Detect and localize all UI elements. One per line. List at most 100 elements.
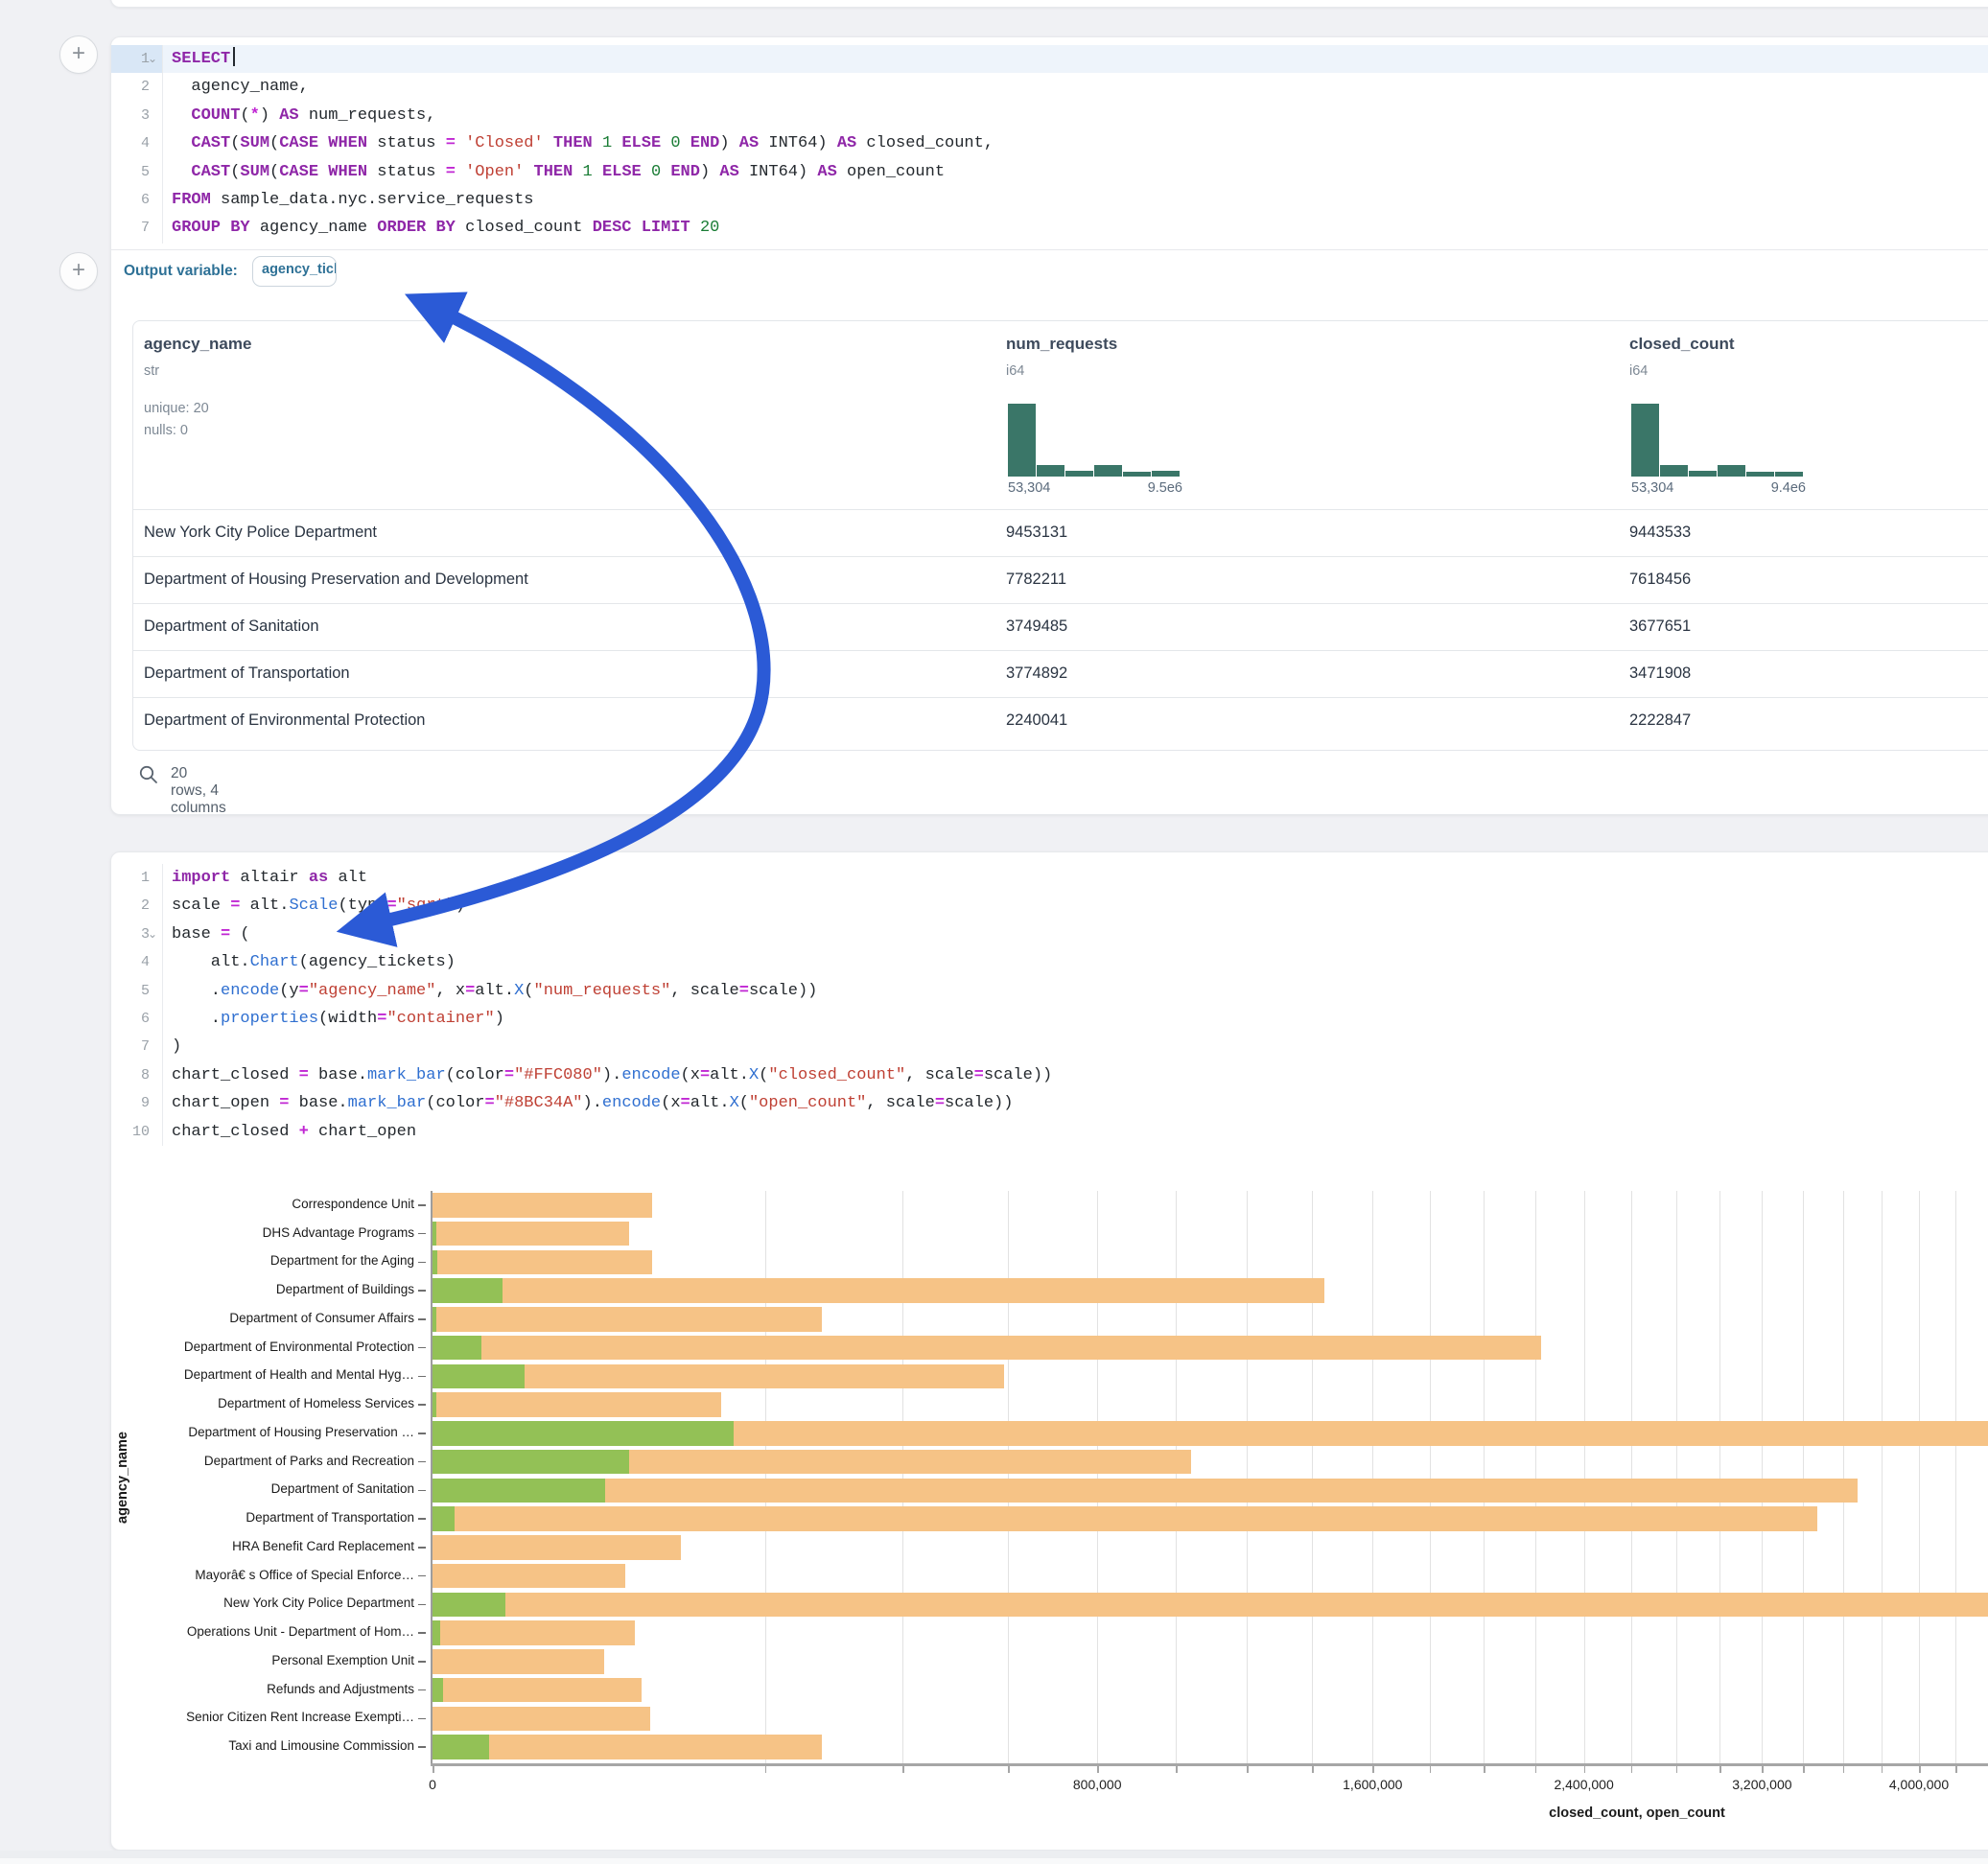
x-axis-tick — [1008, 1765, 1010, 1773]
agency-name-cell: Department of Housing Preservation and D… — [144, 556, 528, 603]
bar-closed-count — [433, 1278, 1324, 1303]
x-tick-label: 2,400,000 — [1554, 1777, 1613, 1792]
y-axis-tick — [418, 1604, 426, 1606]
x-axis-tick — [1372, 1765, 1374, 1773]
code-text: COUNT(*) AS num_requests, — [172, 102, 435, 129]
line-number: 7 — [111, 214, 162, 242]
search-icon[interactable] — [138, 764, 159, 785]
x-axis-tick — [433, 1765, 434, 1773]
histogram-range: 53,3049.5e6 — [1008, 480, 1182, 496]
result-table-card: agency_namestrunique: 20nulls: 0num_requ… — [132, 320, 1988, 751]
line-number: 5 — [111, 158, 162, 186]
y-axis-tick — [418, 1347, 426, 1349]
page-bottom-band — [0, 1851, 1988, 1858]
x-axis-tick — [1631, 1765, 1633, 1773]
row-count-text: 20 rows, 4 columns — [171, 765, 226, 817]
y-axis-label: Correspondence Unit — [111, 1197, 414, 1211]
y-axis-tick — [418, 1233, 426, 1235]
output-variable-pill[interactable]: agency_tickets — [252, 256, 337, 287]
bar-closed-count — [433, 1620, 635, 1645]
bar-open-count — [433, 1506, 455, 1531]
x-axis-tick — [1312, 1765, 1314, 1773]
agency-name-cell: Department of Sanitation — [144, 603, 319, 650]
bar-closed-count — [433, 1735, 822, 1759]
bar-open-count — [433, 1593, 505, 1618]
y-axis-tick — [418, 1632, 426, 1634]
x-tick-label: 3,200,000 — [1732, 1777, 1791, 1792]
y-axis-tick — [418, 1575, 426, 1577]
bar-open-count — [433, 1678, 443, 1703]
column-header[interactable]: closed_count — [1629, 335, 1735, 354]
x-axis-tick — [1882, 1765, 1883, 1773]
bar-open-count — [433, 1250, 437, 1275]
bar-closed-count — [433, 1250, 652, 1275]
code-line[interactable]: 7GROUP BY agency_name ORDER BY closed_co… — [111, 214, 1988, 242]
column-type: str — [144, 363, 159, 379]
histogram-bar — [1746, 472, 1774, 477]
x-tick-label: 4,000,000 — [1889, 1777, 1949, 1792]
bar-closed-count — [433, 1222, 629, 1247]
add-cell-button-top[interactable]: + — [59, 35, 98, 74]
previous-cell-bottom — [110, 0, 1988, 8]
agency-name-cell: New York City Police Department — [144, 509, 377, 556]
bar-open-count — [433, 1479, 605, 1503]
python-cell-card: 1import altair as alt2scale = alt.Scale(… — [110, 851, 1988, 1851]
gridline — [1484, 1191, 1485, 1763]
y-axis-label: Department of Homeless Services — [111, 1396, 414, 1410]
y-axis-tick — [418, 1262, 426, 1264]
bar-open-count — [433, 1278, 503, 1303]
code-line[interactable]: 2 agency_name, — [111, 73, 1988, 101]
gridline — [1535, 1191, 1536, 1763]
code-line[interactable]: 1⌄SELECT — [111, 45, 1988, 73]
value-cell: 7782211 — [1006, 556, 1066, 603]
gridline — [1882, 1191, 1883, 1763]
line-number: 3 — [111, 102, 162, 129]
x-axis-tick — [1919, 1765, 1921, 1773]
bar-closed-count — [433, 1707, 650, 1732]
x-axis-tick — [1430, 1765, 1432, 1773]
y-axis-tick — [418, 1718, 426, 1720]
histogram-bar — [1718, 465, 1745, 477]
sql-code-editor[interactable]: 1⌄SELECT2 agency_name,3 COUNT(*) AS num_… — [111, 45, 1988, 243]
bar-open-count — [433, 1620, 440, 1645]
code-text: CAST(SUM(CASE WHEN status = 'Open' THEN … — [172, 158, 945, 186]
y-axis-label: Refunds and Adjustments — [111, 1682, 414, 1696]
bar-open-count — [433, 1450, 629, 1475]
gridline — [902, 1191, 903, 1763]
histogram-bar — [1094, 465, 1122, 477]
y-axis-tick — [418, 1746, 426, 1748]
value-cell: 9443533 — [1629, 509, 1691, 556]
add-cell-button-output[interactable]: + — [59, 252, 98, 291]
code-line[interactable]: 6 FROM sample_data.nyc.service_requests — [111, 186, 1988, 214]
gridline — [1430, 1191, 1431, 1763]
line-number: 6 — [111, 186, 162, 214]
gridline — [1176, 1191, 1177, 1763]
x-axis-tick — [902, 1765, 904, 1773]
gridline — [1584, 1191, 1585, 1763]
x-axis-tick — [1097, 1765, 1099, 1773]
value-cell: 2222847 — [1629, 697, 1691, 744]
value-cell: 3749485 — [1006, 603, 1067, 650]
column-header[interactable]: num_requests — [1006, 335, 1117, 354]
y-axis-tick — [418, 1518, 426, 1520]
code-line[interactable]: 4 CAST(SUM(CASE WHEN status = 'Closed' T… — [111, 129, 1988, 157]
code-line[interactable]: 3 COUNT(*) AS num_requests, — [111, 102, 1988, 129]
code-text: CAST(SUM(CASE WHEN status = 'Closed' THE… — [172, 129, 994, 157]
code-line[interactable]: 5 CAST(SUM(CASE WHEN status = 'Open' THE… — [111, 158, 1988, 186]
y-axis-tick — [418, 1661, 426, 1663]
bar-open-count — [433, 1421, 734, 1446]
gridline — [1097, 1191, 1098, 1763]
y-axis-label: Department of Environmental Protection — [111, 1340, 414, 1354]
x-axis-tick — [1843, 1765, 1845, 1773]
y-axis-tick — [418, 1376, 426, 1378]
x-axis-tick — [1584, 1765, 1586, 1773]
column-header[interactable]: agency_name — [144, 335, 251, 354]
code-text: FROM sample_data.nyc.service_requests — [172, 186, 533, 214]
gridline — [765, 1191, 766, 1763]
y-axis-tick — [418, 1204, 426, 1206]
x-axis-tick — [1955, 1765, 1957, 1773]
histogram-bar — [1775, 472, 1803, 477]
altair-chart: 0800,0001,600,0002,400,0003,200,0004,000… — [111, 852, 1988, 1850]
bar-open-count — [433, 1735, 489, 1759]
collapse-chevron-icon[interactable]: ⌄ — [148, 46, 157, 74]
